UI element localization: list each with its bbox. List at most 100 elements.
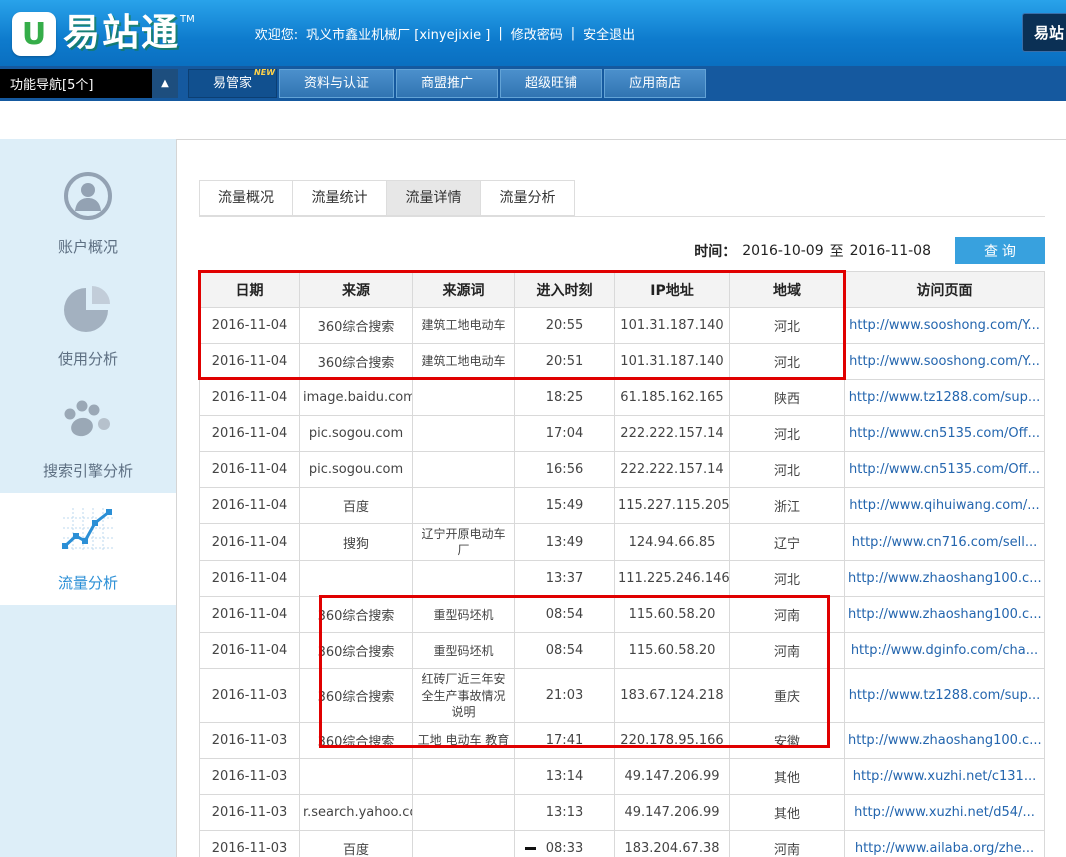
collapse-up-icon[interactable]: ▲	[152, 69, 178, 98]
table-row: 2016-11-03360综合搜索红砖厂近三年安全生产事故情况说明21:0318…	[200, 669, 1045, 723]
cell-page-link[interactable]: http://www.qihuiwang.com/...	[845, 488, 1045, 524]
cell-date: 2016-11-03	[200, 722, 300, 758]
cell-date: 2016-11-04	[200, 452, 300, 488]
cell-page-link[interactable]: http://www.cn5135.com/Off...	[845, 416, 1045, 452]
cell-source: 360综合搜索	[300, 597, 413, 633]
table-row: 2016-11-04pic.sogou.com 16:56222.222.157.…	[200, 452, 1045, 488]
cell-ip: 49.147.206.99	[615, 794, 730, 830]
cell-page-link[interactable]: http://www.dginfo.com/cha...	[845, 633, 1045, 669]
cell-entry-time: 13:37	[515, 561, 615, 597]
logout-link[interactable]: 安全退出	[583, 24, 635, 43]
welcome-bar: 欢迎您: 巩义市鑫业机械厂 [xinyejixie ] | 修改密码 | 安全退…	[255, 24, 635, 43]
cell-keyword	[413, 794, 515, 830]
cell-keyword: 建筑工地电动车	[413, 308, 515, 344]
logo-trademark: TM	[180, 14, 195, 25]
cell-page-link[interactable]: http://www.sooshong.com/Y...	[845, 344, 1045, 380]
cell-page-link[interactable]: http://www.zhaoshang100.c...	[845, 722, 1045, 758]
cell-ip: 49.147.206.99	[615, 758, 730, 794]
nav-tab-yiguanjia[interactable]: 易管家 NEW	[188, 69, 277, 98]
sidebar-item-search-engine-analysis[interactable]: 搜索引擎分析	[0, 381, 176, 493]
cell-keyword: 红砖厂近三年安全生产事故情况说明	[413, 669, 515, 723]
content-tabs: 流量概况 流量统计 流量详情 流量分析	[199, 180, 1045, 217]
nav-tab-app-store[interactable]: 应用商店	[604, 69, 706, 98]
main-area: 账户概况 使用分析	[0, 101, 1066, 857]
tab-traffic-overview[interactable]: 流量概况	[199, 180, 293, 216]
traffic-detail-table: 日期来源来源词进入时刻IP地址地域访问页面 2016-11-04360综合搜索建…	[199, 271, 1045, 857]
cell-keyword	[413, 488, 515, 524]
pie-chart-icon	[62, 282, 114, 338]
user-circle-icon	[62, 170, 114, 226]
nav-tab-label: 商盟推广	[421, 76, 473, 91]
tab-traffic-details[interactable]: 流量详情	[387, 180, 481, 216]
date-end-field[interactable]: 2016-11-08	[850, 243, 931, 259]
cell-entry-time: 21:03	[515, 669, 615, 723]
cell-page-link[interactable]: http://www.cn716.com/sell...	[845, 524, 1045, 561]
cell-entry-time: 13:14	[515, 758, 615, 794]
traffic-table-wrap: 日期来源来源词进入时刻IP地址地域访问页面 2016-11-04360综合搜索建…	[199, 271, 1045, 857]
cell-ip: 111.225.246.146	[615, 561, 730, 597]
sidebar-item-traffic-analysis[interactable]: 流量分析	[0, 493, 176, 605]
welcome-prefix: 欢迎您:	[255, 24, 298, 43]
sidebar-item-label: 搜索引擎分析	[43, 460, 133, 481]
cell-source: r.search.yahoo.com	[300, 794, 413, 830]
cell-ip: 183.67.124.218	[615, 669, 730, 723]
tab-traffic-analysis[interactable]: 流量分析	[481, 180, 575, 216]
cell-date: 2016-11-04	[200, 633, 300, 669]
cell-keyword	[413, 830, 515, 857]
cell-page-link[interactable]: http://www.zhaoshang100.c...	[845, 561, 1045, 597]
cell-page-link[interactable]: http://www.xuzhi.net/d54/...	[845, 794, 1045, 830]
cell-date: 2016-11-04	[200, 524, 300, 561]
cell-source: 360综合搜索	[300, 722, 413, 758]
sidebar-item-account-overview[interactable]: 账户概况	[0, 157, 176, 269]
cell-ip: 222.222.157.14	[615, 452, 730, 488]
corner-widget-button[interactable]: 易站	[1022, 13, 1066, 52]
logo-text: 易站通	[63, 8, 180, 58]
cell-ip: 115.60.58.20	[615, 633, 730, 669]
cell-keyword	[413, 561, 515, 597]
cell-page-link[interactable]: http://www.tz1288.com/sup...	[845, 380, 1045, 416]
top-header: U 易站通 TM 欢迎您: 巩义市鑫业机械厂 [xinyejixie ] | 修…	[0, 0, 1066, 66]
cell-entry-time: 17:04	[515, 416, 615, 452]
sidebar-item-usage-analysis[interactable]: 使用分析	[0, 269, 176, 381]
nav-tab-label: 资料与认证	[304, 76, 369, 91]
sidebar-item-label: 账户概况	[58, 236, 118, 257]
cell-entry-time: 16:56	[515, 452, 615, 488]
cell-region: 重庆	[730, 669, 845, 723]
nav-tab-super-shop[interactable]: 超级旺铺	[500, 69, 602, 98]
cell-page-link[interactable]: http://www.xuzhi.net/c131...	[845, 758, 1045, 794]
nav-tab-label: 易管家	[213, 76, 252, 91]
cell-region: 河北	[730, 452, 845, 488]
cell-keyword	[413, 380, 515, 416]
cell-source: pic.sogou.com	[300, 452, 413, 488]
cell-ip: 101.31.187.140	[615, 308, 730, 344]
page: U 易站通 TM 欢迎您: 巩义市鑫业机械厂 [xinyejixie ] | 修…	[0, 0, 1066, 857]
cell-date: 2016-11-03	[200, 758, 300, 794]
tab-traffic-stats[interactable]: 流量统计	[293, 180, 387, 216]
cell-page-link[interactable]: http://www.zhaoshang100.c...	[845, 597, 1045, 633]
site-logo[interactable]: U 易站通 TM	[12, 8, 195, 58]
cell-region: 其他	[730, 794, 845, 830]
cell-entry-time: 13:13	[515, 794, 615, 830]
query-button[interactable]: 查 询	[955, 237, 1045, 264]
cell-source: 360综合搜索	[300, 633, 413, 669]
nav-tab-alliance-promo[interactable]: 商盟推广	[396, 69, 498, 98]
cell-entry-time: 08:54	[515, 633, 615, 669]
cell-page-link[interactable]: http://www.sooshong.com/Y...	[845, 308, 1045, 344]
cell-page-link[interactable]: http://www.cn5135.com/Off...	[845, 452, 1045, 488]
cell-source: 360综合搜索	[300, 308, 413, 344]
sidebar-menu: 账户概况 使用分析	[0, 139, 176, 857]
cell-page-link[interactable]: http://www.ailaba.org/zhe...	[845, 830, 1045, 857]
function-nav-dropdown[interactable]: 功能导航[5个] ▲	[0, 69, 178, 98]
cell-ip: 115.227.115.205	[615, 488, 730, 524]
column-header: 访问页面	[845, 272, 1045, 308]
nav-tab-profile-cert[interactable]: 资料与认证	[279, 69, 394, 98]
change-password-link[interactable]: 修改密码	[511, 24, 563, 43]
date-start-field[interactable]: 2016-10-09	[742, 243, 823, 259]
cell-page-link[interactable]: http://www.tz1288.com/sup...	[845, 669, 1045, 723]
table-row: 2016-11-04百度15:49115.227.115.205浙江http:/…	[200, 488, 1045, 524]
table-header-row: 日期来源来源词进入时刻IP地址地域访问页面	[200, 272, 1045, 308]
cell-entry-time: 17:41	[515, 722, 615, 758]
cell-entry-time: 20:51	[515, 344, 615, 380]
cell-ip: 222.222.157.14	[615, 416, 730, 452]
cell-ip: 183.204.67.38	[615, 830, 730, 857]
